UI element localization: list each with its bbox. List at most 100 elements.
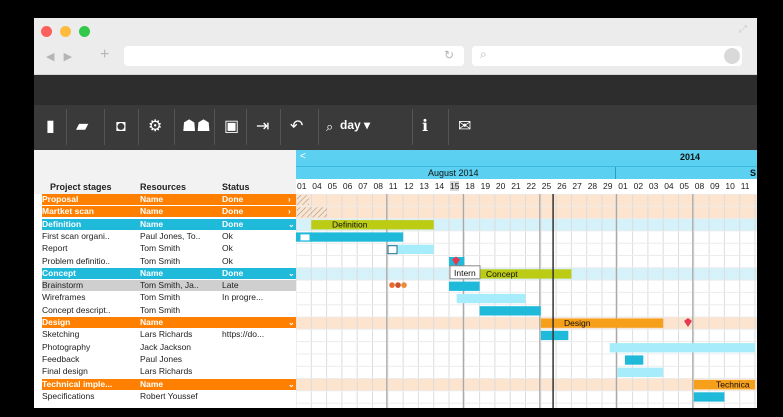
- reload-icon[interactable]: ↻: [444, 48, 454, 62]
- day-label: 19: [480, 181, 491, 191]
- stage-cell: Technical imple...: [42, 378, 113, 389]
- day-label: 01: [297, 181, 307, 191]
- day-label: 05: [679, 181, 689, 191]
- fullscreen-icon[interactable]: ⤢: [739, 24, 747, 35]
- stage-cell: Concept descript..: [42, 304, 111, 315]
- task-row[interactable]: First scan organi.. Paul Jones, To.. Ok: [42, 231, 296, 242]
- status-cell: https://do...: [222, 329, 265, 340]
- undo-icon[interactable]: ↶: [290, 117, 303, 137]
- stage-cell: Wireframes: [42, 292, 86, 303]
- resources-cell: Tom Smith: [140, 292, 181, 303]
- status-cell: Late: [222, 280, 239, 291]
- settings-icon[interactable]: ⚙: [148, 117, 162, 137]
- concept-description-bar: [479, 306, 541, 316]
- resources-cell: Paul Jones, To..: [140, 230, 201, 241]
- export-icon[interactable]: ⇥: [256, 117, 269, 137]
- zoom-dropdown[interactable]: day ▾: [340, 118, 370, 132]
- forward-button[interactable]: ▶: [64, 51, 72, 63]
- task-row[interactable]: Final design Lars Richards: [42, 366, 296, 377]
- task-row[interactable]: Feedback Paul Jones: [42, 354, 296, 365]
- status-cell: In progre...: [222, 292, 264, 303]
- resources-cell: Tom Smith: [140, 304, 181, 315]
- expand-toggle-icon[interactable]: ›: [288, 206, 291, 217]
- day-label: 15: [450, 181, 460, 191]
- minimize-window-button[interactable]: [60, 26, 71, 37]
- expand-toggle-icon[interactable]: ⌄: [288, 268, 295, 279]
- group-row[interactable]: Design Name ⌄: [42, 317, 296, 328]
- resources-cell: Name: [140, 194, 164, 204]
- design-bar-label: Design: [564, 318, 591, 328]
- status-cell: Done: [222, 218, 244, 229]
- status-cell: Ok: [222, 230, 233, 241]
- save-icon[interactable]: ◘: [116, 117, 126, 137]
- group-row[interactable]: Proposal Name Done ›: [42, 194, 296, 205]
- browser-window: ◀ ▶ + ↻ ⌕ ⤢ ▮ ▰ ◘ ⚙ ☗☗ ▣ ⇥ ↶ ⌕ day ▾ ℹ ✉: [34, 18, 757, 408]
- resources-cell: Name: [140, 206, 164, 217]
- task-row[interactable]: Brainstorm Tom Smith, Ja.. Late: [42, 280, 296, 292]
- main-toolbar: ▮ ▰ ◘ ⚙ ☗☗ ▣ ⇥ ↶ ⌕ day ▾ ℹ ✉: [34, 105, 757, 150]
- day-label: 01: [618, 181, 628, 191]
- zoom-icon[interactable]: ⌕: [326, 117, 333, 137]
- stage-cell: Problem definitio..: [42, 255, 111, 266]
- scroll-left-button[interactable]: <: [300, 151, 306, 162]
- next-month-label: S: [750, 168, 757, 178]
- final-design-bar: [617, 367, 664, 377]
- group-row[interactable]: Technical imple... Name ⌄: [42, 378, 296, 390]
- address-bar[interactable]: [124, 46, 464, 66]
- expand-toggle-icon[interactable]: ⌄: [288, 317, 295, 328]
- definition-bar-label: Definition: [332, 220, 368, 230]
- group-row[interactable]: Martket scan Name Done ›: [42, 206, 296, 218]
- task-row[interactable]: Specifications Robert Youssef: [42, 391, 296, 402]
- print-icon[interactable]: ▣: [224, 117, 239, 137]
- month-header: August 2014 S: [296, 166, 757, 180]
- task-row[interactable]: Sketching Lars Richards https://do...: [42, 329, 296, 340]
- tooltip: Intern: [449, 265, 481, 280]
- tooltip-text: Intern: [454, 268, 476, 278]
- day-header: 01 04 05 06 07 08 11 12 13 14 15 18 19 20 21 22 25 26 27 28…: [296, 179, 757, 194]
- avatar-icon: [401, 282, 407, 288]
- new-tab-button[interactable]: +: [100, 46, 109, 64]
- task-row[interactable]: Wireframes Tom Smith In progre...: [42, 292, 296, 303]
- first-scan-bar: [296, 232, 404, 242]
- expand-toggle-icon[interactable]: ⌄: [288, 219, 295, 230]
- task-row[interactable]: Problem definitio.. Tom Smith Ok: [42, 256, 296, 267]
- info-icon[interactable]: ℹ: [422, 117, 428, 137]
- task-row[interactable]: Concept descript.. Tom Smith: [42, 305, 296, 316]
- specifications-bar: [693, 392, 725, 402]
- resources-cell: Lars Richards: [140, 329, 193, 340]
- browser-menu-button[interactable]: [724, 48, 740, 64]
- group-row[interactable]: Definition Name Done ⌄: [42, 218, 296, 230]
- close-window-button[interactable]: [41, 26, 52, 37]
- resources-cell: Robert Youssef: [140, 390, 198, 401]
- status-cell: Done: [222, 194, 244, 204]
- search-bar[interactable]: [472, 46, 742, 66]
- back-button[interactable]: ◀: [46, 51, 54, 63]
- col-header-resources[interactable]: Resources: [140, 182, 186, 192]
- expand-toggle-icon[interactable]: ⌄: [288, 379, 295, 390]
- resources-cell: Name: [140, 317, 164, 327]
- task-row[interactable]: Report Tom Smith Ok: [42, 243, 296, 254]
- market-scan-hatch-bar: [297, 207, 327, 218]
- mail-icon[interactable]: ✉: [458, 117, 471, 137]
- group-row[interactable]: Concept Name Done ⌄: [42, 267, 296, 279]
- open-folder-icon[interactable]: ▰: [76, 117, 88, 137]
- zoom-level: day: [340, 118, 361, 132]
- new-doc-icon[interactable]: ▮: [46, 117, 55, 137]
- definition-summary-bar: [311, 220, 434, 230]
- maximize-window-button[interactable]: [79, 26, 90, 37]
- task-row[interactable]: Photography Jack Jackson: [42, 342, 296, 353]
- day-label: 20: [495, 181, 506, 191]
- resources-cell: Tom Smith: [140, 243, 181, 254]
- avatar-icon: [395, 282, 401, 288]
- col-header-status[interactable]: Status: [222, 182, 250, 192]
- users-icon[interactable]: ☗☗: [182, 117, 211, 137]
- stage-cell: Sketching: [42, 329, 80, 340]
- col-header-stages[interactable]: Project stages: [50, 182, 112, 192]
- expand-toggle-icon[interactable]: ›: [288, 194, 291, 205]
- avatar-icon: [389, 282, 395, 288]
- day-label: 28: [587, 181, 598, 191]
- stage-cell: Photography: [42, 341, 91, 352]
- day-label: 04: [664, 181, 674, 191]
- status-cell: Done: [222, 267, 244, 278]
- day-label: 18: [465, 181, 475, 191]
